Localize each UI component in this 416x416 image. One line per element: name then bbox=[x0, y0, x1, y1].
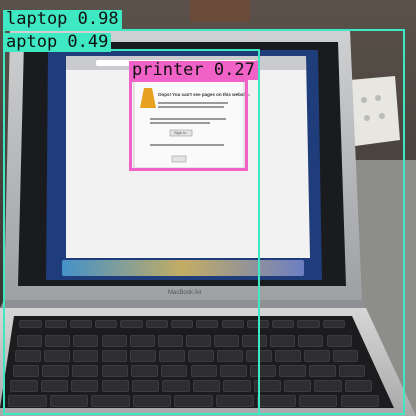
detection-label-laptop-high: laptop 0.98 bbox=[3, 10, 122, 29]
detection-label-laptop-low: aptop 0.49 bbox=[3, 33, 112, 52]
detection-box-printer bbox=[129, 79, 248, 171]
detection-label-printer: printer 0.27 bbox=[129, 61, 258, 80]
